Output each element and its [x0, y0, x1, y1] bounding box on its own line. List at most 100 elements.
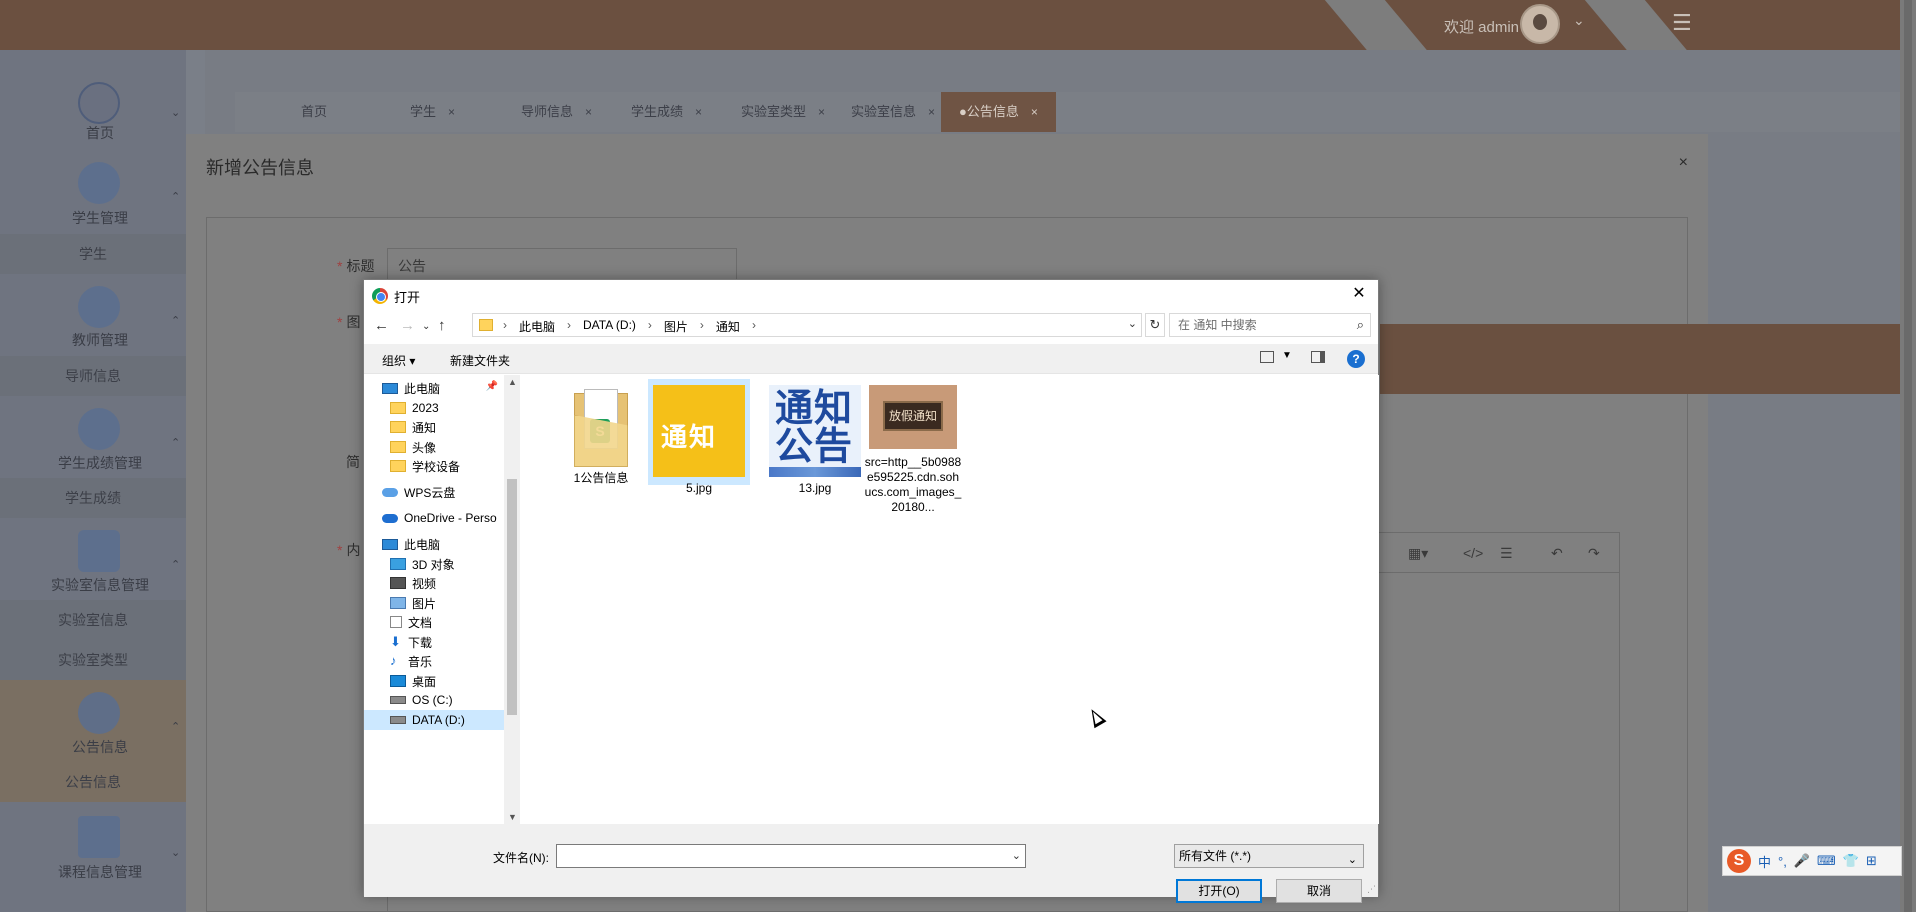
view-dropdown-icon[interactable]: ▼: [1282, 350, 1292, 361]
nav-item[interactable]: 3D 对象: [364, 554, 504, 574]
resize-grip-icon[interactable]: ⋰: [1367, 884, 1376, 895]
punctuation-icon[interactable]: °,: [1778, 854, 1787, 869]
sidebar-item-notice[interactable]: 公告信息 ⌃: [0, 680, 186, 762]
ime-mode-chinese[interactable]: 中: [1758, 852, 1771, 871]
close-button[interactable]: ✕: [1346, 282, 1372, 306]
scroll-up-icon[interactable]: ▲: [508, 377, 517, 387]
sidebar-item-home[interactable]: 首页 ⌄: [0, 50, 186, 146]
new-folder-button[interactable]: 新建文件夹: [450, 352, 510, 369]
divider-icon[interactable]: ☰: [1500, 545, 1513, 562]
close-icon[interactable]: ×: [1679, 154, 1688, 172]
tab-advisor[interactable]: 导师信息 ×: [521, 92, 592, 132]
close-icon[interactable]: ×: [818, 105, 825, 119]
sidebar-item-lab-mgmt[interactable]: 实验室信息管理 ⌃: [0, 518, 186, 600]
help-icon[interactable]: ?: [1347, 350, 1365, 368]
refresh-icon[interactable]: ↻: [1145, 313, 1165, 337]
redo-icon[interactable]: ↷: [1588, 545, 1600, 562]
search-box[interactable]: ⌕: [1169, 313, 1371, 337]
microphone-icon[interactable]: 🎤: [1794, 853, 1810, 869]
skin-icon[interactable]: 👕: [1843, 853, 1859, 869]
view-icon[interactable]: [1260, 351, 1274, 363]
nav-item-label: OS (C:): [412, 693, 453, 707]
page-scrollbar[interactable]: [1900, 0, 1916, 912]
close-icon[interactable]: ×: [695, 105, 702, 119]
nav-item[interactable]: 2023: [364, 398, 504, 418]
sidebar-subitem-lab-info[interactable]: 实验室信息: [0, 600, 186, 640]
sidebar-item-course-mgmt[interactable]: 课程信息管理 ⌄: [0, 802, 186, 898]
nav-item[interactable]: 文档: [364, 612, 504, 632]
nav-item[interactable]: OS (C:): [364, 690, 504, 710]
chevron-down-icon: ⌄: [171, 107, 181, 119]
nav-item[interactable]: OneDrive - Perso: [364, 508, 504, 528]
sidebar-subitem-student[interactable]: 学生: [0, 234, 186, 274]
breadcrumb-item[interactable]: 此电脑: [519, 318, 555, 335]
forward-icon[interactable]: →: [400, 317, 415, 334]
filetype-select[interactable]: 所有文件 (*.*) ⌄: [1174, 844, 1364, 868]
preview-pane-icon[interactable]: [1311, 351, 1325, 363]
breadcrumb-item[interactable]: 通知: [716, 318, 740, 335]
sidebar-subitem-grades[interactable]: 学生成绩: [0, 478, 186, 518]
nav-item[interactable]: 通知: [364, 417, 504, 437]
file-item-folder[interactable]: S 1公告信息: [550, 379, 652, 485]
search-icon[interactable]: ⌕: [1357, 317, 1364, 333]
cancel-button[interactable]: 取消: [1276, 879, 1362, 903]
back-icon[interactable]: ←: [374, 317, 389, 334]
close-icon[interactable]: ×: [585, 105, 592, 119]
chevron-down-icon[interactable]: ⌄: [1128, 317, 1137, 330]
keyboard-icon[interactable]: ⌨: [1817, 853, 1836, 869]
chevron-down-icon[interactable]: ⌄: [1012, 849, 1021, 862]
nav-scrollbar[interactable]: ▲ ▼: [504, 375, 520, 824]
toolbox-icon[interactable]: ⊞: [1866, 853, 1877, 869]
nav-item[interactable]: ♪ 音乐: [364, 651, 504, 671]
breadcrumb-item[interactable]: DATA (D:): [583, 318, 636, 335]
chevron-down-icon[interactable]: ⌄: [1573, 12, 1585, 29]
sidebar-item-teacher-mgmt[interactable]: 教师管理 ⌃: [0, 274, 186, 356]
file-item-5jpg[interactable]: 通知 5.jpg: [648, 379, 750, 495]
open-button[interactable]: 打开(O): [1176, 879, 1262, 903]
tab-student[interactable]: 学生 ×: [410, 92, 455, 132]
close-icon[interactable]: ×: [928, 105, 935, 119]
up-icon[interactable]: ↑: [438, 317, 446, 334]
nav-item[interactable]: 图片: [364, 593, 504, 613]
address-bar[interactable]: › 此电脑 › DATA (D:) › 图片 › 通知 › ⌄: [472, 313, 1142, 337]
undo-icon[interactable]: ↶: [1551, 545, 1563, 562]
nav-item[interactable]: 此电脑 📌: [364, 378, 504, 398]
tab-label: 首页: [301, 104, 328, 119]
nav-item[interactable]: 头像: [364, 437, 504, 457]
filename-combobox[interactable]: ⌄: [556, 844, 1026, 868]
tab-home[interactable]: 首页: [301, 92, 327, 132]
scrollbar-thumb[interactable]: [507, 479, 517, 715]
tab-lab-type[interactable]: 实验室类型 ×: [741, 92, 825, 132]
table-icon[interactable]: ▦▾: [1408, 545, 1428, 562]
sidebar-item-student-mgmt[interactable]: 学生管理 ⌃: [0, 146, 186, 234]
filename-input[interactable]: [557, 845, 1007, 867]
recent-dropdown-icon[interactable]: ⌄: [422, 321, 430, 332]
nav-item[interactable]: 此电脑: [364, 534, 504, 554]
close-icon[interactable]: ×: [448, 105, 455, 119]
sidebar-item-grades-mgmt[interactable]: 学生成绩管理 ⌃: [0, 396, 186, 478]
file-item-sohucs[interactable]: 放假通知 src=http__5b0988e595225.cdn.sohucs.…: [862, 379, 964, 539]
code-icon[interactable]: </>: [1463, 545, 1483, 561]
tab-notice[interactable]: ●公告信息 ×: [941, 92, 1056, 132]
avatar[interactable]: [1520, 4, 1560, 44]
file-item-13jpg[interactable]: 通知 公告 13.jpg: [764, 379, 866, 495]
menu-icon[interactable]: ☰: [1672, 10, 1692, 36]
organize-button[interactable]: 组织 ▾: [382, 352, 415, 369]
tab-grades[interactable]: 学生成绩 ×: [631, 92, 702, 132]
search-input[interactable]: [1170, 314, 1348, 336]
tab-lab-info[interactable]: 实验室信息 ×: [851, 92, 935, 132]
sidebar-subitem-lab-type[interactable]: 实验室类型: [0, 640, 186, 680]
sidebar-subitem-notice[interactable]: 公告信息: [0, 762, 186, 802]
scrollbar-thumb[interactable]: [1904, 0, 1912, 912]
scroll-down-icon[interactable]: ▼: [508, 812, 517, 822]
nav-item[interactable]: 学校设备: [364, 456, 504, 476]
close-icon[interactable]: ×: [1031, 105, 1038, 119]
breadcrumb-item[interactable]: 图片: [664, 318, 688, 335]
nav-item[interactable]: 视频: [364, 573, 504, 593]
sidebar-subitem-advisor[interactable]: 导师信息: [0, 356, 186, 396]
nav-item[interactable]: ⬇ 下载: [364, 632, 504, 652]
nav-item[interactable]: WPS云盘: [364, 482, 504, 502]
nav-item[interactable]: DATA (D:): [364, 710, 504, 730]
sogou-icon[interactable]: S: [1727, 849, 1751, 873]
nav-item[interactable]: 桌面: [364, 671, 504, 691]
